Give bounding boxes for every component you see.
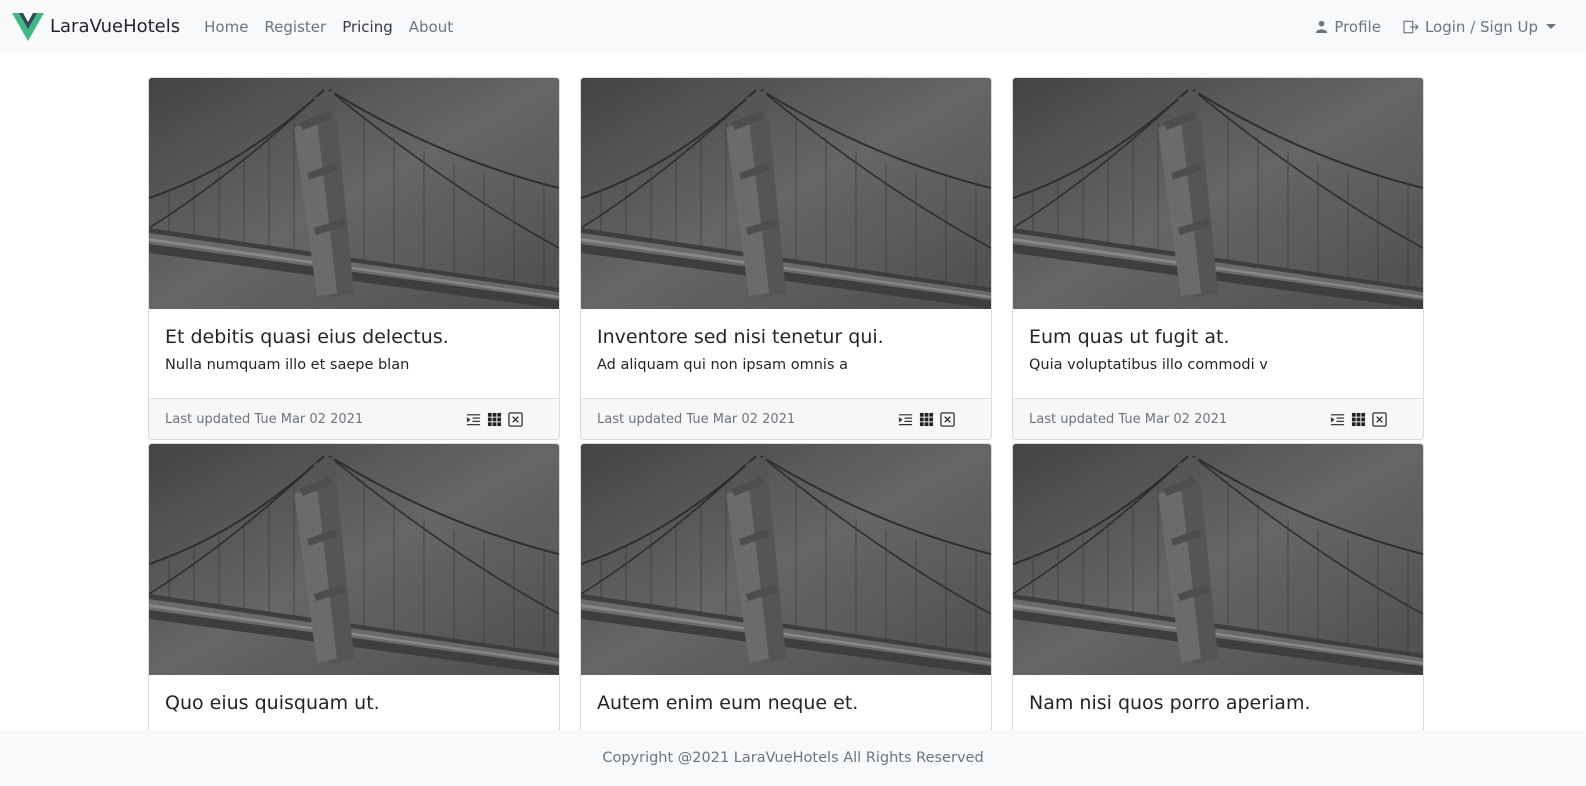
card-footer: Last updated Tue Mar 02 2021 xyxy=(1013,398,1423,439)
card-title: Autem enim eum neque et. xyxy=(597,692,859,714)
bridge-photo xyxy=(149,78,559,309)
hotel-card[interactable]: Autem enim eum neque et. xyxy=(580,443,992,765)
sign-in-icon xyxy=(1403,20,1419,33)
card-body: Inventore sed nisi tenetur qui. Ad aliqu… xyxy=(581,309,991,398)
bridge-photo xyxy=(149,444,559,675)
indent-list-icon[interactable] xyxy=(898,412,913,427)
nav-link-home[interactable]: Home xyxy=(204,18,248,36)
card-text: Nulla numquam illo et saepe blan xyxy=(165,357,410,373)
nav-right: Profile Login / Sign Up xyxy=(1315,18,1574,36)
card-actions xyxy=(1330,411,1407,427)
navbar: LaraVueHotels Home Register Pricing Abou… xyxy=(0,0,1586,53)
login-label: Login / Sign Up xyxy=(1424,17,1538,36)
card-text: Quia voluptatibus illo commodi v xyxy=(1029,357,1268,373)
card-text: Ad aliquam qui non ipsam omnis a xyxy=(597,357,848,373)
nav-link-register[interactable]: Register xyxy=(264,18,326,36)
card-body: Eum quas ut fugit at. Quia voluptatibus … xyxy=(1013,309,1423,398)
card-title: Eum quas ut fugit at. xyxy=(1029,326,1230,348)
card-actions xyxy=(466,411,543,427)
hotel-card[interactable]: Nam nisi quos porro aperiam. xyxy=(1012,443,1424,765)
login-dropdown[interactable]: Login / Sign Up xyxy=(1403,18,1556,36)
card-title: Inventore sed nisi tenetur qui. xyxy=(597,326,884,348)
indent-list-icon[interactable] xyxy=(466,412,481,427)
card-body: Et debitis quasi eius delectus. Nulla nu… xyxy=(149,309,559,398)
nav-link-pricing[interactable]: Pricing xyxy=(342,18,393,36)
bridge-photo xyxy=(581,444,991,675)
bridge-photo xyxy=(1013,78,1423,309)
brand[interactable]: LaraVueHotels xyxy=(12,12,181,41)
close-box-icon[interactable] xyxy=(508,411,523,427)
nav-link-about[interactable]: About xyxy=(409,18,453,36)
card-title: Quo eius quisquam ut. xyxy=(165,692,380,714)
card-actions xyxy=(898,411,975,427)
brand-name: LaraVueHotels xyxy=(50,16,181,37)
grid-icon[interactable] xyxy=(487,412,502,427)
page-footer: Copyright @2021 LaraVueHotels All Rights… xyxy=(0,730,1586,786)
last-updated: Last updated Tue Mar 02 2021 xyxy=(165,411,364,427)
grid-icon[interactable] xyxy=(919,412,934,427)
bridge-photo xyxy=(581,78,991,309)
hotel-card[interactable]: Quo eius quisquam ut. xyxy=(148,443,560,765)
card-footer: Last updated Tue Mar 02 2021 xyxy=(149,398,559,439)
profile-label: Profile xyxy=(1334,17,1381,36)
hotel-card[interactable]: Inventore sed nisi tenetur qui. Ad aliqu… xyxy=(580,77,992,440)
close-box-icon[interactable] xyxy=(1372,411,1387,427)
last-updated: Last updated Tue Mar 02 2021 xyxy=(597,411,796,427)
card-title: Et debitis quasi eius delectus. xyxy=(165,326,449,348)
chevron-down-icon xyxy=(1546,24,1556,29)
bridge-photo xyxy=(1013,444,1423,675)
indent-list-icon[interactable] xyxy=(1330,412,1345,427)
card-footer: Last updated Tue Mar 02 2021 xyxy=(581,398,991,439)
copyright-text: Copyright @2021 LaraVueHotels All Rights… xyxy=(602,750,984,766)
vue-logo-icon xyxy=(12,12,44,41)
user-icon xyxy=(1316,20,1328,33)
profile-link[interactable]: Profile xyxy=(1315,18,1381,36)
grid-icon[interactable] xyxy=(1351,412,1366,427)
hotel-card[interactable]: Et debitis quasi eius delectus. Nulla nu… xyxy=(148,77,560,440)
last-updated: Last updated Tue Mar 02 2021 xyxy=(1029,411,1228,427)
close-box-icon[interactable] xyxy=(940,411,955,427)
hotel-card[interactable]: Eum quas ut fugit at. Quia voluptatibus … xyxy=(1012,77,1424,440)
card-title: Nam nisi quos porro aperiam. xyxy=(1029,692,1311,714)
